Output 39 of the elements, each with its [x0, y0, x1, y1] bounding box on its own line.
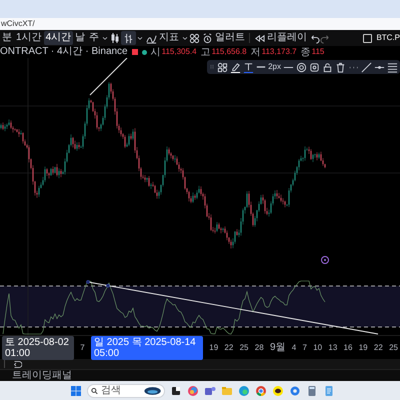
- ohlc-label: 시: [150, 46, 161, 60]
- axis-tick-label: 25: [240, 342, 248, 354]
- axis-tick-label: 7: [80, 342, 85, 354]
- axis-tick-label: 28: [254, 342, 264, 354]
- search-field[interactable]: 검색: [100, 383, 141, 398]
- ohlc-value: 115,656.8: [212, 46, 247, 58]
- interval-tab[interactable]: 1시간: [14, 31, 44, 45]
- ohlc-label: 고: [200, 46, 211, 60]
- axis-tick-label: 22: [374, 342, 383, 354]
- axis-tick-label: 9월: [270, 341, 286, 355]
- line-width-label[interactable]: 2px: [268, 61, 281, 73]
- axis-tick-label: 22: [224, 342, 234, 354]
- indicators-button[interactable]: 지표: [144, 31, 182, 45]
- range-time-label: 일 2025 목 2025-08-14 05:00: [90, 336, 203, 360]
- interval-tab[interactable]: 주: [87, 31, 102, 45]
- replay-button[interactable]: 리플레이: [252, 31, 310, 45]
- address-text: wCivcXT/: [0, 18, 400, 30]
- axis-tick-label: 19: [358, 342, 368, 354]
- ohlc-value: 115,305.4: [162, 46, 197, 58]
- axis-tick-label: 19: [209, 342, 218, 354]
- ohlc-label: 저: [250, 46, 261, 60]
- ohlc-label: 종: [300, 46, 311, 60]
- axis-tick-label: 13: [328, 342, 338, 354]
- axis-tick-label: 16: [344, 342, 352, 354]
- axis-tick-label: 10: [313, 342, 322, 354]
- axis-tick-label: 25: [389, 342, 398, 354]
- symbol-label: BTC.P: [376, 32, 400, 44]
- interval-tab[interactable]: 4시간: [44, 31, 74, 45]
- symbol-title: ONTRACT · 4시간 · Binance: [0, 46, 128, 58]
- ohlc-value: 113,173.7: [262, 46, 297, 58]
- panel-title[interactable]: 트레이딩패널: [0, 369, 400, 381]
- alerts-button[interactable]: 얼러트: [200, 31, 248, 45]
- search-bar[interactable]: 검색: [87, 384, 165, 398]
- cursor-time-label: 토 2025-08-02 01:00: [2, 336, 74, 360]
- interval-tab[interactable]: 날: [73, 31, 88, 45]
- axis-tick-label: 7: [302, 342, 307, 354]
- interval-tab[interactable]: 분: [0, 31, 14, 45]
- axis-tick-label: 4: [292, 342, 296, 354]
- ohlc-value: 115: [312, 46, 324, 58]
